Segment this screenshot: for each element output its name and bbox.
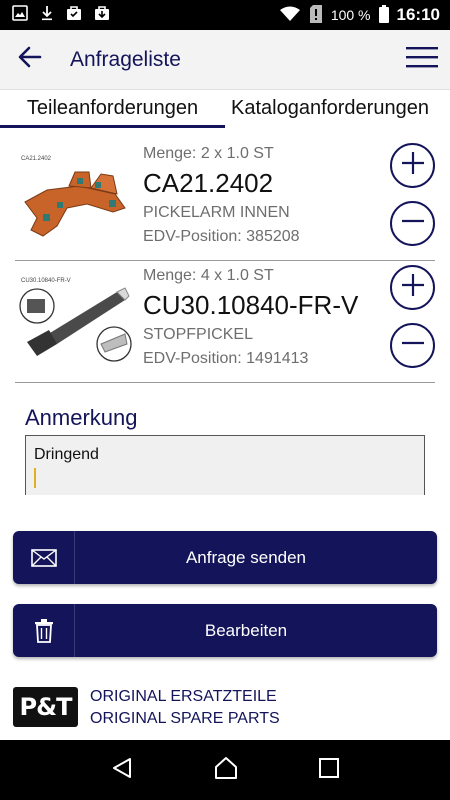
item-code: CU30.10840-FR-V [143,290,359,320]
hamburger-menu-icon [406,46,438,73]
pt-logo: P&T [13,687,78,727]
thumb-label: CU30.10840-FR-V [21,278,71,284]
plus-icon [400,150,426,181]
image-icon [12,4,28,26]
send-request-label: Anfrage senden [185,547,307,567]
logo-text: P&T [19,693,73,721]
thumb-label: CA21.2402 [21,156,52,162]
item-code: CA21.2402 [143,168,274,198]
bag-icon [94,5,110,26]
list-item[interactable]: CA21.2402 Menge: 2 x 1.0 ST CA21.2402 PI… [15,140,435,261]
part-image: CU30.10840-FR-V [17,272,132,372]
nav-recents-icon[interactable] [318,757,340,784]
note-text: Dringend [34,446,99,463]
wifi-icon [279,6,301,25]
arrow-left-icon [18,46,42,73]
tab-kataloganforderungen[interactable]: Kataloganforderungen [225,90,450,128]
menu-button[interactable] [394,30,450,90]
send-request-button[interactable]: Anfrage senden [13,531,437,584]
increase-quantity-button[interactable] [390,143,435,188]
item-quantity: Menge: 2 x 1.0 ST [143,145,274,162]
text-caret [34,468,36,488]
battery-icon [378,4,389,26]
increase-quantity-button[interactable] [390,265,435,310]
part-image: CA21.2402 [17,150,132,250]
item-description: PICKELARM INNEN [143,204,290,221]
note-label: Anmerkung [25,405,138,430]
note-textarea[interactable]: Dringend [25,435,425,495]
edit-button[interactable]: Bearbeiten [13,604,437,657]
tagline-line2: ORIGINAL SPARE PARTS [90,710,280,727]
item-description: STOPFPICKEL [143,326,253,343]
download-icon [40,5,54,26]
minus-icon [400,330,426,361]
status-bar: 100 % 16:10 [0,0,450,30]
app-bar: Anfrageliste [0,30,450,90]
envelope-icon [13,531,75,584]
edit-label: Bearbeiten [204,620,288,640]
nav-home-icon[interactable] [213,756,239,785]
sim-alert-icon [309,4,323,26]
plus-icon [400,272,426,303]
item-quantity: Menge: 4 x 1.0 ST [143,267,274,284]
tagline: ORIGINAL ERSATZTEILE ORIGINAL SPARE PART… [90,686,280,730]
list-item[interactable]: CU30.10840-FR-V Menge: 4 x 1.0 ST CU30.1… [15,262,435,383]
system-nav-bar [0,740,450,800]
back-button[interactable] [0,30,60,90]
decrease-quantity-button[interactable] [390,201,435,246]
item-edv-position: EDV-Position: 1491413 [143,350,309,367]
tab-bar: Teileanforderungen Kataloganforderungen [0,90,450,128]
clock: 16:10 [396,5,440,24]
page-title: Anfrageliste [70,47,181,71]
nav-back-icon[interactable] [110,756,134,785]
tagline-line1: ORIGINAL ERSATZTEILE [90,688,277,705]
trash-icon [13,604,75,657]
decrease-quantity-button[interactable] [390,323,435,368]
battery-label: 100 % [330,7,371,23]
minus-icon [400,208,426,239]
tab-teileanforderungen[interactable]: Teileanforderungen [0,90,225,128]
bag-icon [66,5,82,26]
item-edv-position: EDV-Position: 385208 [143,228,300,245]
